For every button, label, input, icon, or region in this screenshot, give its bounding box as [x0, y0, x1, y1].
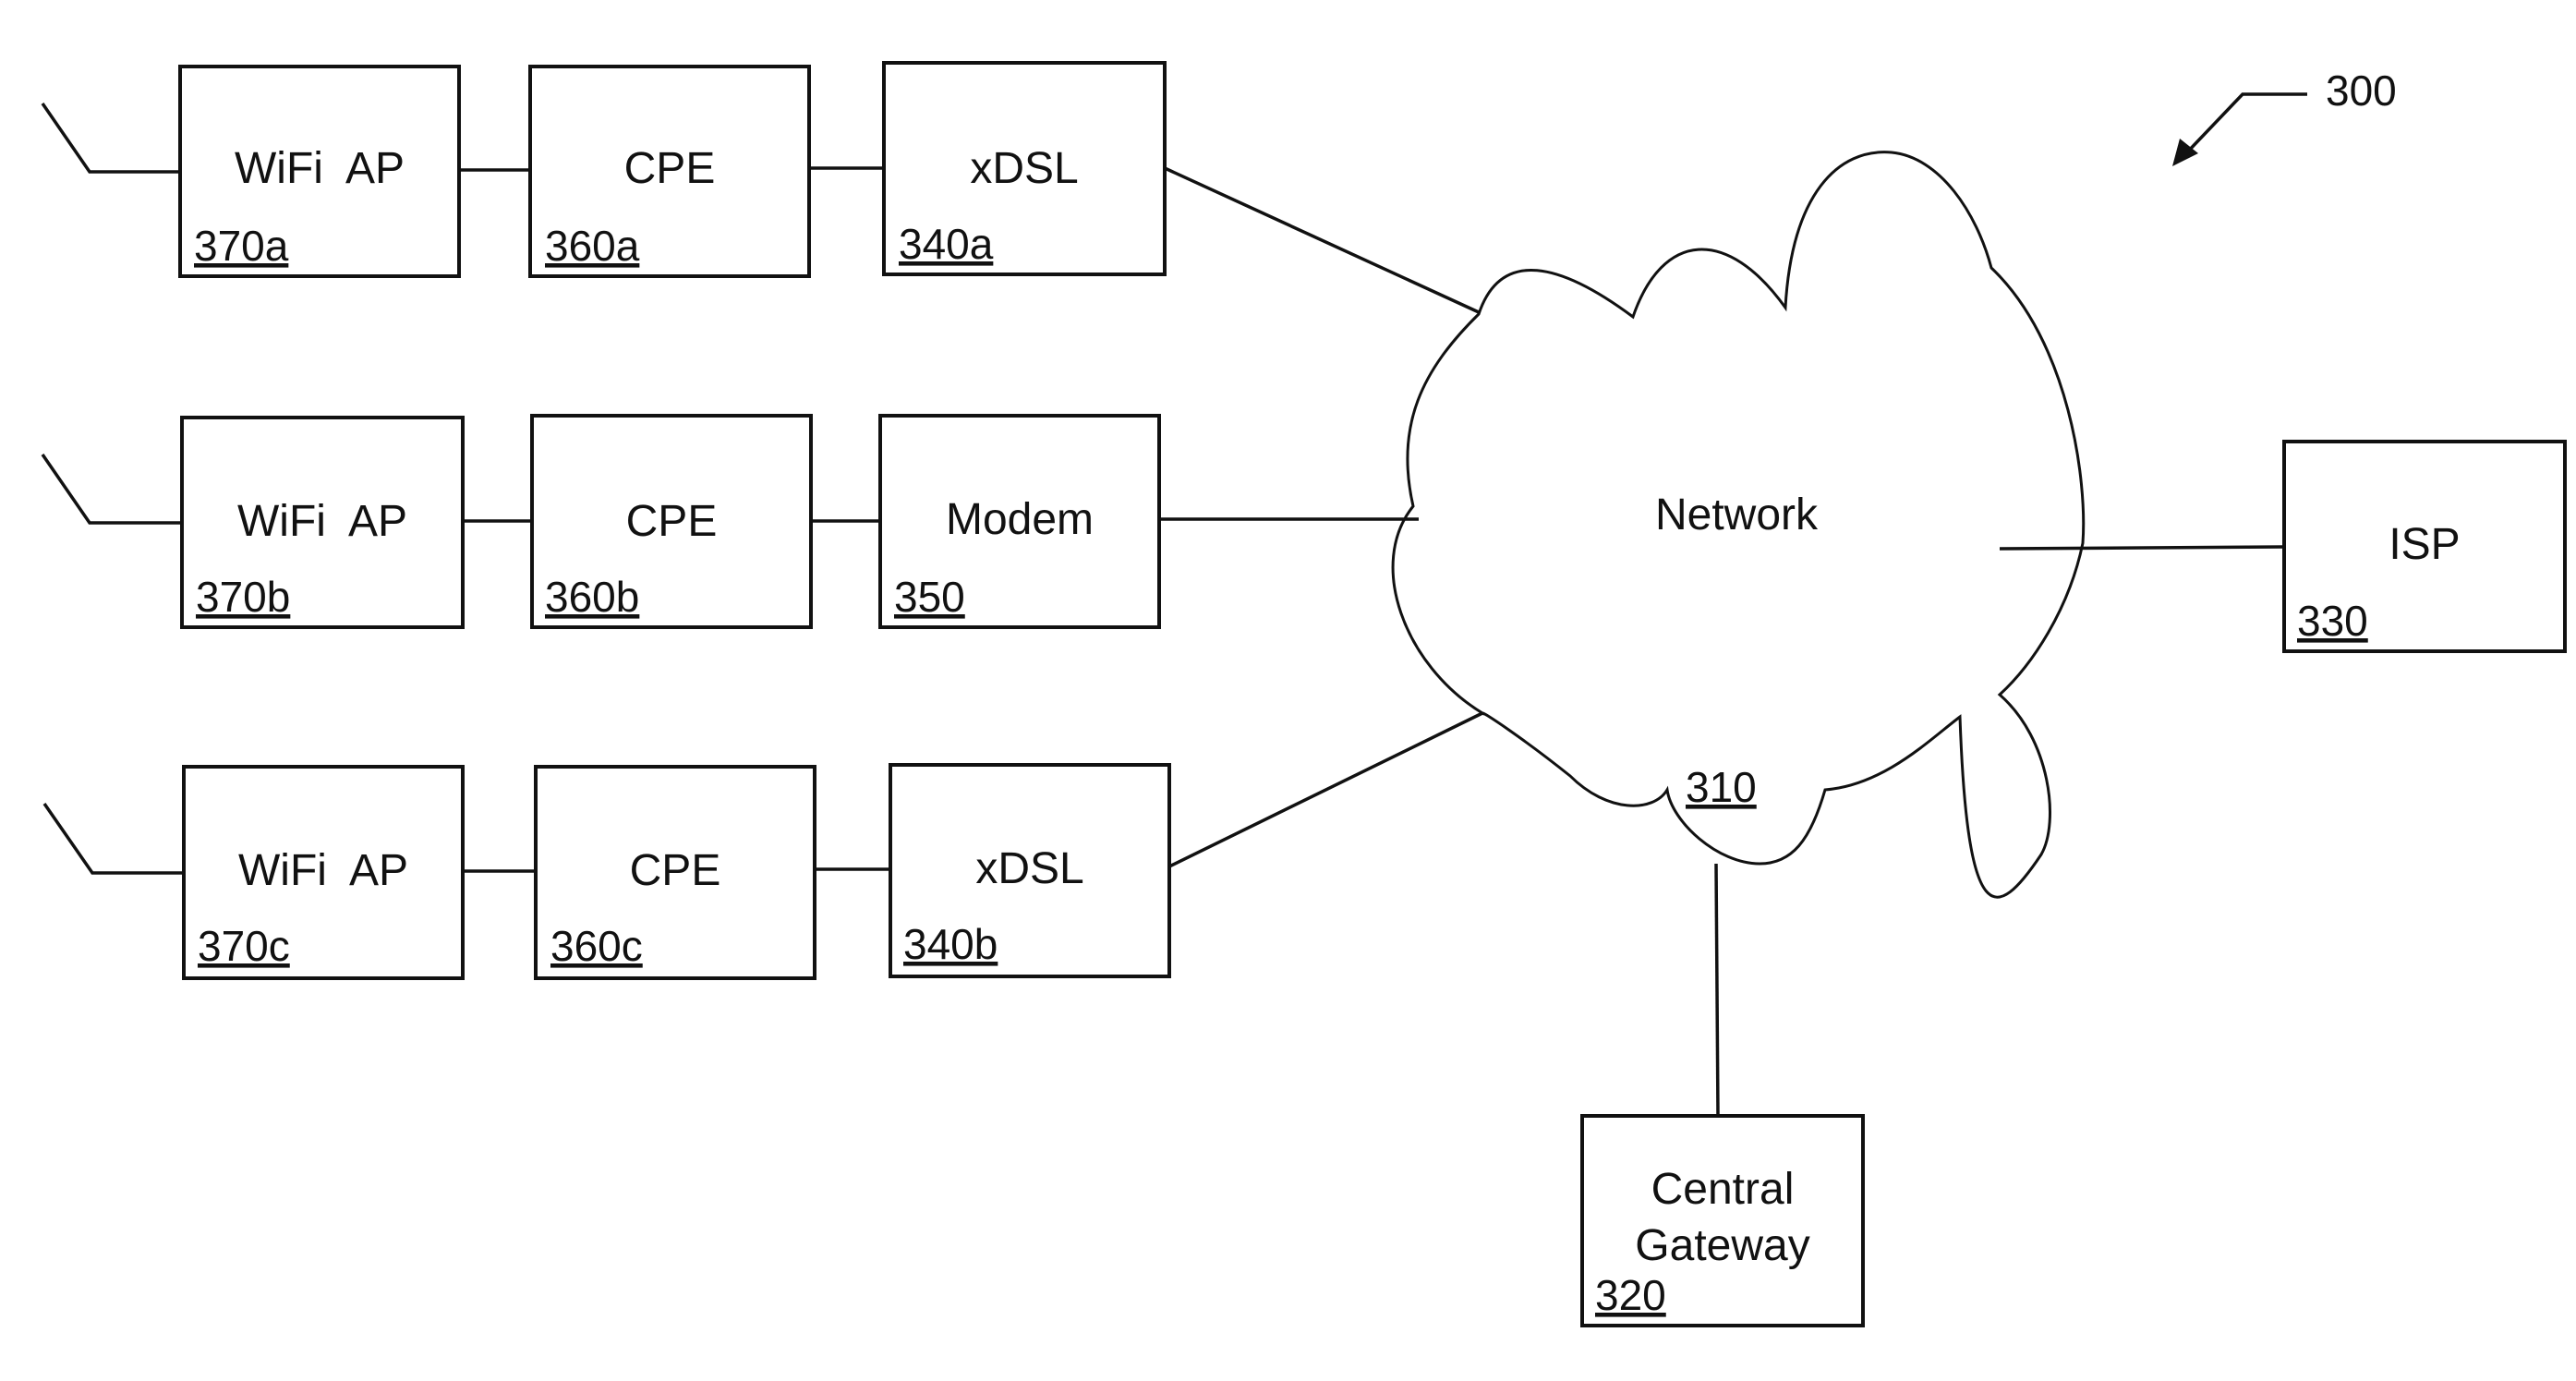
cpe-label: CPE — [630, 846, 721, 895]
modem-label: Modem — [946, 495, 1094, 544]
gateway-ref: 320 — [1595, 1271, 1666, 1319]
network-diagram: 300 Network 310 WiFi AP 370a CPE 360a xD… — [41, 61, 2567, 1327]
xdsl-ref: 340a — [899, 220, 994, 268]
cpe-label: CPE — [624, 144, 716, 193]
row-c: WiFi AP 370c CPE 360c xDSL 340b — [42, 711, 1483, 980]
isp: ISP 330 — [1999, 440, 2567, 653]
antenna-c — [42, 803, 184, 875]
network-ref: 310 — [1686, 763, 1757, 811]
link-xdsl-network-a — [1164, 166, 1480, 314]
network-cloud: Network 310 — [1391, 151, 2086, 899]
wifi-ap-label: WiFi AP — [238, 846, 408, 895]
xdsl-ref: 340b — [903, 920, 998, 968]
figure-leader-line — [2183, 92, 2307, 157]
isp-label: ISP — [2389, 520, 2460, 569]
gateway-label-line2: Gateway — [1635, 1221, 1809, 1270]
isp-ref: 330 — [2297, 597, 2368, 645]
cpe-ref: 360c — [550, 922, 643, 970]
cpe-ref: 360b — [545, 573, 639, 621]
xdsl-label: xDSL — [975, 844, 1083, 893]
antenna-b — [41, 454, 182, 525]
wifi-ap-ref: 370c — [198, 922, 290, 970]
wifi-ap-label: WiFi AP — [237, 497, 407, 546]
figure-number: 300 — [2326, 67, 2397, 115]
link-network-isp — [1999, 545, 2285, 551]
wifi-ap-ref: 370a — [194, 222, 289, 270]
wifi-ap-ref: 370b — [196, 573, 290, 621]
modem-ref: 350 — [894, 573, 965, 621]
figure-reference: 300 — [2172, 67, 2397, 166]
link-xdsl-network-c — [1168, 711, 1483, 868]
row-b: WiFi AP 370b CPE 360b Modem 350 — [41, 414, 1419, 629]
central-gateway: Central Gateway 320 — [1580, 863, 1865, 1327]
gateway-label-line1: Central — [1651, 1165, 1795, 1214]
cpe-label: CPE — [626, 497, 718, 546]
link-network-gateway — [1714, 863, 1720, 1117]
xdsl-label: xDSL — [970, 144, 1078, 193]
cpe-ref: 360a — [545, 222, 640, 270]
network-label: Network — [1655, 491, 1819, 539]
antenna-a — [41, 103, 180, 174]
wifi-ap-label: WiFi AP — [235, 144, 405, 193]
row-a: WiFi AP 370a CPE 360a xDSL 340a — [41, 61, 1480, 314]
